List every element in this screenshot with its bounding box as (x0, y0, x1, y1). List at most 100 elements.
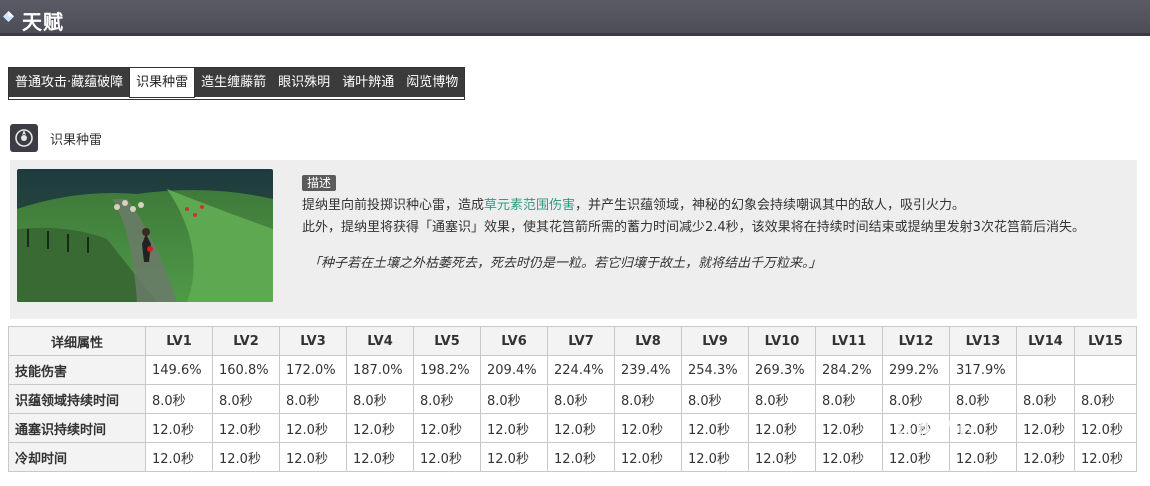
header-cell-level: LV11 (815, 326, 883, 356)
table-cell: 12.0秒 (212, 442, 280, 472)
row-label: 识蕴领域持续时间 (8, 384, 146, 414)
description-line-2: 此外，提纳里将获得「通塞识」效果，使其花筥箭所需的蓄力时间减少2.4秒，该效果将… (302, 220, 1085, 235)
table-row: 冷却时间 12.0秒 12.0秒 12.0秒 12.0秒 12.0秒 12.0秒 12.0秒 1… (8, 442, 1137, 472)
tab-4[interactable]: 诸叶辨通 (336, 68, 401, 97)
header-cell-level: LV7 (547, 326, 615, 356)
table-cell: 12.0秒 (413, 442, 481, 472)
table-cell: 12.0秒 (614, 413, 682, 443)
table-cell (1074, 355, 1137, 385)
table-cell: 12.0秒 (279, 413, 347, 443)
header-cell-level: LV9 (681, 326, 749, 356)
row-label: 技能伤害 (8, 355, 146, 385)
table-row: 识蕴领域持续时间 8.0秒 8.0秒 8.0秒 8.0秒 8.0秒 8.0秒 8.0秒 8.0秒… (8, 384, 1137, 414)
table-cell: 12.0秒 (949, 442, 1017, 472)
table-row: 技能伤害 149.6% 160.8% 172.0% 187.0% 198.2% 209.4%… (8, 355, 1137, 385)
table-cell: 12.0秒 (882, 442, 950, 472)
description-line-1: 提纳里向前投掷识种心雷，造成草元素范围伤害，并产生识蕴领域，神秘的幻象会持续嘲讽… (302, 198, 966, 213)
table-cell: 299.2% (882, 355, 950, 385)
table-cell: 12.0秒 (346, 442, 414, 472)
skill-name: 识果种雷 (50, 132, 103, 148)
table-cell: 284.2% (815, 355, 883, 385)
table-cell (1016, 355, 1075, 385)
header-cell-level: LV2 (212, 326, 280, 356)
watermark: GAME (895, 418, 976, 443)
table-cell: 12.0秒 (413, 413, 481, 443)
table-header-row: 详细属性 LV1 LV2 LV3 LV4 LV5 LV6 LV7 LV8 LV9 LV10 LV11 L… (8, 326, 1137, 356)
tab-0[interactable]: 普通攻击·藏蕴破障 (9, 68, 130, 97)
table-cell: 12.0秒 (480, 413, 548, 443)
table-cell: 8.0秒 (279, 384, 347, 414)
table-cell: 8.0秒 (480, 384, 548, 414)
table-cell: 12.0秒 (1074, 442, 1137, 472)
table-cell: 12.0秒 (1016, 442, 1075, 472)
skill-heading: 识果种雷 (10, 124, 102, 152)
header-cell-level: LV1 (145, 326, 213, 356)
description-badge: 描述 (302, 175, 337, 191)
table-cell: 317.9% (949, 355, 1017, 385)
table-cell: 12.0秒 (212, 413, 280, 443)
table-cell: 209.4% (480, 355, 548, 385)
page-title: 天赋 (22, 10, 64, 34)
table-cell: 8.0秒 (1016, 384, 1075, 414)
table-cell: 149.6% (145, 355, 213, 385)
table-cell: 239.4% (614, 355, 682, 385)
table-cell: 12.0秒 (748, 413, 816, 443)
table-cell: 12.0秒 (681, 442, 749, 472)
table-cell: 12.0秒 (279, 442, 347, 472)
table-cell: 8.0秒 (748, 384, 816, 414)
tab-1[interactable]: 识果种雷 (129, 67, 196, 98)
row-label: 通塞识持续时间 (8, 413, 146, 443)
table-cell: 160.8% (212, 355, 280, 385)
table-cell: 8.0秒 (212, 384, 280, 414)
table-cell: 12.0秒 (1016, 413, 1075, 443)
table-cell: 12.0秒 (1074, 413, 1137, 443)
table-cell: 12.0秒 (145, 442, 213, 472)
header-cell-level: LV6 (480, 326, 548, 356)
table-cell: 8.0秒 (145, 384, 213, 414)
element-damage-highlight: 草元素范围伤害 (484, 198, 576, 213)
header-cell-level: LV13 (949, 326, 1017, 356)
table-cell: 12.0秒 (681, 413, 749, 443)
header-cell-level: LV14 (1016, 326, 1075, 356)
table-cell: 8.0秒 (1074, 384, 1137, 414)
table-cell: 8.0秒 (614, 384, 682, 414)
tab-2[interactable]: 造生缠藤箭 (195, 68, 273, 97)
table-cell: 198.2% (413, 355, 481, 385)
table-cell: 12.0秒 (547, 442, 615, 472)
table-cell: 12.0秒 (748, 442, 816, 472)
header-cell-level: LV8 (614, 326, 682, 356)
table-cell: 12.0秒 (815, 442, 883, 472)
table-cell: 8.0秒 (547, 384, 615, 414)
header-cell-level: LV12 (882, 326, 950, 356)
table-cell: 8.0秒 (815, 384, 883, 414)
header-cell-level: LV10 (748, 326, 816, 356)
table-cell: 12.0秒 (614, 442, 682, 472)
table-cell: 12.0秒 (145, 413, 213, 443)
header-cell-level: LV15 (1074, 326, 1137, 356)
table-cell: 187.0% (346, 355, 414, 385)
tab-3[interactable]: 眼识殊明 (272, 68, 337, 97)
table-cell: 8.0秒 (413, 384, 481, 414)
tab-5[interactable]: 闳览博物 (400, 68, 465, 97)
table-cell: 172.0% (279, 355, 347, 385)
table-cell: 12.0秒 (346, 413, 414, 443)
header-cell-label: 详细属性 (8, 326, 146, 356)
table-cell: 8.0秒 (882, 384, 950, 414)
table-cell: 12.0秒 (480, 442, 548, 472)
skill-emblem-icon (10, 124, 38, 152)
header-cell-level: LV4 (346, 326, 414, 356)
section-header: 天赋 (0, 0, 1150, 36)
skill-description: 描述 提纳里向前投掷识种心雷，造成草元素范围伤害，并产生识蕴领域，神秘的幻象会持… (302, 173, 1122, 275)
flavor-quote: 「种子若在土壤之外枯萎死去，死去时仍是一粒。若它归壤于故土，就将结出千万粒来。」 (308, 256, 822, 271)
table-cell: 269.3% (748, 355, 816, 385)
table-cell: 8.0秒 (346, 384, 414, 414)
header-cell-level: LV5 (413, 326, 481, 356)
talent-tabs: 普通攻击·藏蕴破障 识果种雷 造生缠藤箭 眼识殊明 诸叶辨通 闳览博物 (8, 67, 466, 100)
skill-description-panel: 描述 提纳里向前投掷识种心雷，造成草元素范围伤害，并产生识蕴领域，神秘的幻象会持… (10, 160, 1137, 319)
diamond-icon (3, 11, 14, 22)
table-cell: 8.0秒 (681, 384, 749, 414)
table-cell: 254.3% (681, 355, 749, 385)
table-cell: 8.0秒 (949, 384, 1017, 414)
attribute-table: 详细属性 LV1 LV2 LV3 LV4 LV5 LV6 LV7 LV8 LV9 LV10 LV11 L… (8, 326, 1137, 472)
table-cell: 12.0秒 (547, 413, 615, 443)
